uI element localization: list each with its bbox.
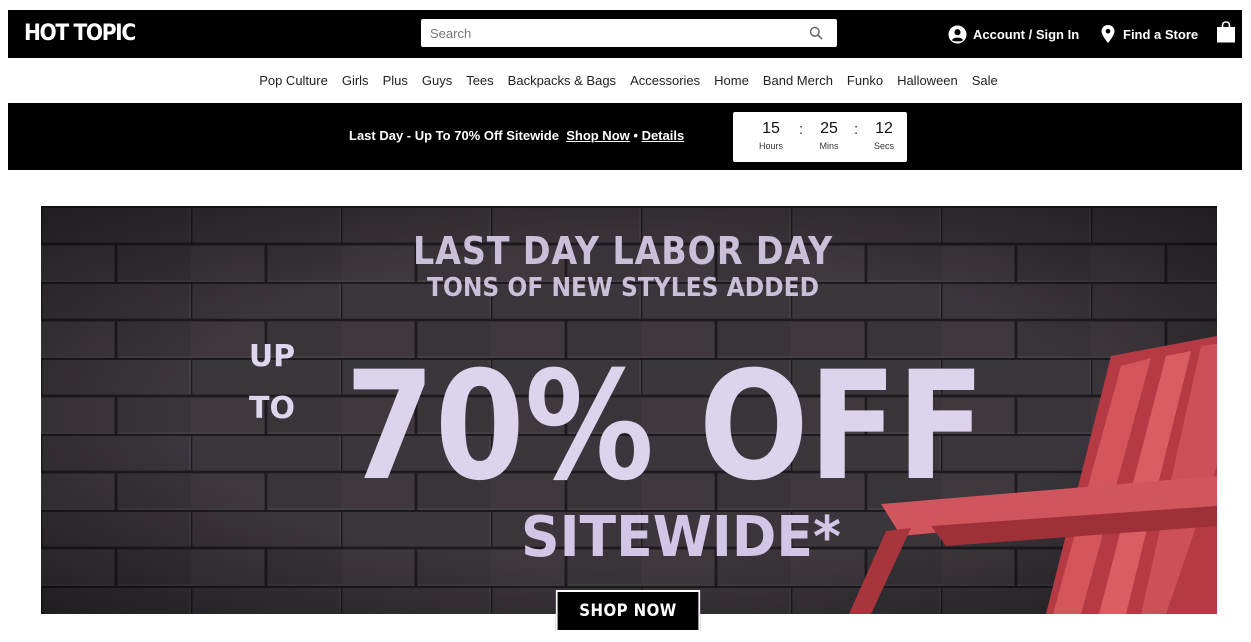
promo-separator: • <box>633 128 638 143</box>
nav-item-backpacks-bags[interactable]: Backpacks & Bags <box>508 73 616 88</box>
hero-sitewide-text: SITEWIDE* <box>521 505 841 570</box>
nav-item-plus[interactable]: Plus <box>383 73 408 88</box>
mins-label: Mins <box>819 141 839 151</box>
search-box[interactable] <box>421 19 837 47</box>
promo-banner: Last Day - Up To 70% Off Sitewide Shop N… <box>8 103 1242 170</box>
top-bar: HOT TOPIC Account / Sign In Find a Store <box>8 10 1242 58</box>
store-label: Find a Store <box>1123 26 1199 42</box>
account-link[interactable]: Account / Sign In <box>948 23 1079 45</box>
account-label: Account / Sign In <box>973 26 1080 42</box>
nav-item-pop-culture[interactable]: Pop Culture <box>259 73 328 88</box>
countdown-mins: 25 Mins <box>809 120 849 151</box>
hero-headline: LAST DAY LABOR DAY <box>413 229 833 273</box>
countdown-timer: 15 Hours : 25 Mins : 12 Secs <box>733 112 907 162</box>
promo-message: Last Day - Up To 70% Off Sitewide Shop N… <box>349 128 684 143</box>
countdown-hours: 15 Hours <box>751 120 791 151</box>
promo-text: Last Day - Up To 70% Off Sitewide <box>349 128 559 143</box>
hero-image: LAST DAY LABOR DAY TONS OF NEW STYLES AD… <box>41 206 1217 614</box>
hero-banner[interactable]: LAST DAY LABOR DAY TONS OF NEW STYLES AD… <box>41 206 1217 614</box>
search-icon[interactable] <box>809 26 823 40</box>
hero-to-text: TO <box>249 391 295 426</box>
search-input[interactable] <box>421 19 801 47</box>
details-link[interactable]: Details <box>642 128 685 143</box>
nav-item-accessories[interactable]: Accessories <box>630 73 700 88</box>
countdown-secs: 12 Secs <box>864 120 904 151</box>
mins-value: 25 <box>820 120 838 137</box>
logo[interactable]: HOT TOPIC <box>24 21 136 46</box>
map-pin-icon <box>1101 25 1115 43</box>
nav-item-guys[interactable]: Guys <box>422 73 452 88</box>
nav-item-funko[interactable]: Funko <box>847 73 883 88</box>
nav-item-band-merch[interactable]: Band Merch <box>763 73 833 88</box>
shopping-bag-icon[interactable] <box>1216 21 1236 43</box>
shop-now-link[interactable]: Shop Now <box>566 128 630 143</box>
hours-label: Hours <box>758 141 783 151</box>
hero-up-text: UP <box>249 339 295 374</box>
countdown-separator: : <box>854 121 859 138</box>
nav-item-halloween[interactable]: Halloween <box>897 73 958 88</box>
hero-discount-text: 70% OFF <box>345 340 985 514</box>
secs-label: Secs <box>873 141 894 151</box>
hero-subheadline: TONS OF NEW STYLES ADDED <box>427 273 819 303</box>
nav-item-girls[interactable]: Girls <box>342 73 369 88</box>
nav-item-home[interactable]: Home <box>714 73 749 88</box>
secs-value: 12 <box>875 120 893 137</box>
find-store-link[interactable]: Find a Store <box>1101 23 1198 45</box>
countdown-separator: : <box>799 121 804 138</box>
nav-item-tees[interactable]: Tees <box>466 73 493 88</box>
nav-item-sale[interactable]: Sale <box>972 73 998 88</box>
shop-now-button[interactable]: SHOP NOW <box>555 590 701 632</box>
user-icon <box>948 24 967 44</box>
hours-value: 15 <box>762 120 780 137</box>
main-nav: Pop Culture Girls Plus Guys Tees Backpac… <box>0 58 1251 102</box>
